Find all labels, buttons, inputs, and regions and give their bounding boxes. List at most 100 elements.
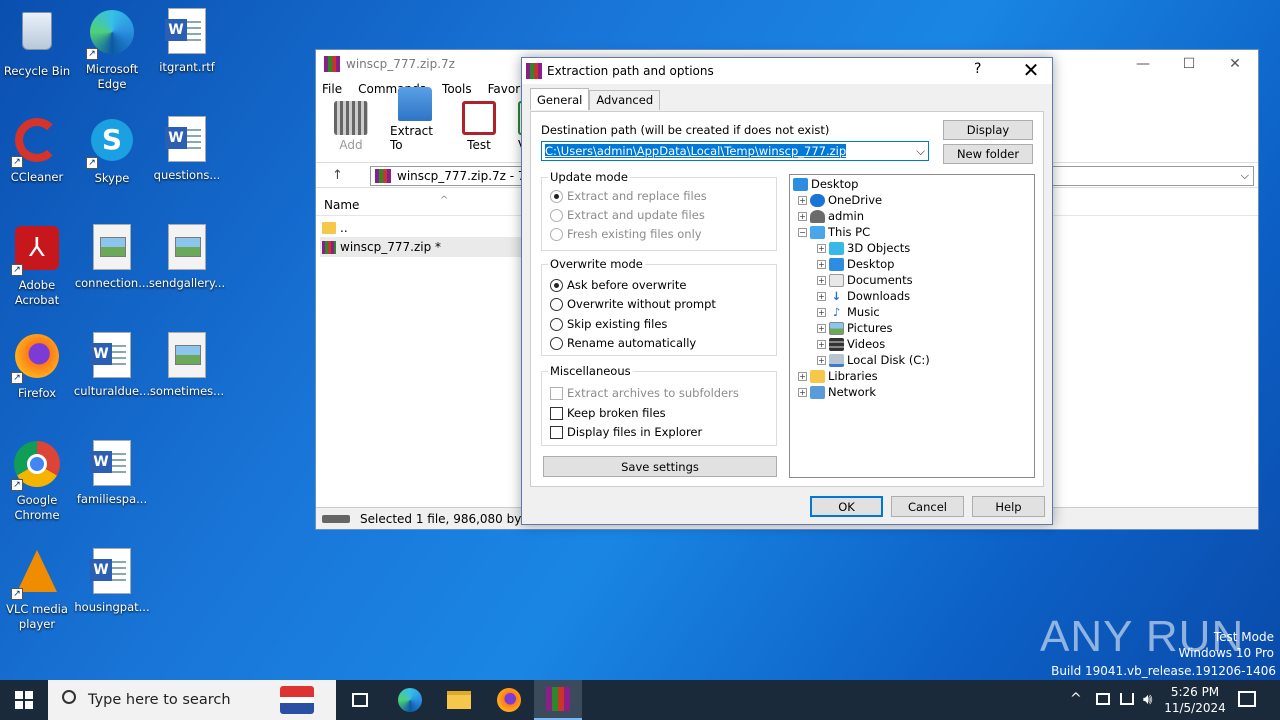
extract-folder-icon: [398, 87, 432, 121]
task-view-button[interactable]: [336, 680, 384, 720]
menu-file[interactable]: File: [322, 82, 342, 96]
image-file-icon: [163, 224, 211, 272]
ethernet-tray-icon[interactable]: [1120, 693, 1134, 705]
clock-time: 5:26 PM: [1170, 685, 1220, 699]
path-dropdown-icon[interactable]: ⌵: [916, 144, 925, 159]
help-question-button[interactable]: ?: [974, 61, 981, 77]
desktop-icon-ccleaner[interactable]: ↗ CCleaner: [0, 116, 77, 185]
desktop-icon-familiespa[interactable]: W familiespa...: [72, 440, 152, 507]
expand-icon[interactable]: +: [817, 259, 826, 269]
search-highlight-icon: [280, 686, 314, 714]
desktop-icon-itgrant[interactable]: W itgrant.rtf: [147, 8, 227, 75]
tab-general[interactable]: General: [530, 88, 590, 110]
network-tray-icon[interactable]: [1096, 693, 1110, 705]
tree-node-network[interactable]: + Network: [798, 384, 876, 400]
destination-path-input[interactable]: C:\Users\admin\AppData\Local\Temp\winscp…: [541, 141, 929, 161]
expand-icon[interactable]: +: [798, 211, 807, 221]
cloud-icon: [810, 193, 825, 207]
new-folder-button[interactable]: New folder: [943, 144, 1033, 164]
collapse-icon[interactable]: −: [798, 227, 807, 237]
tree-node-onedrive[interactable]: + OneDrive: [798, 192, 882, 208]
expand-icon[interactable]: +: [817, 355, 826, 365]
notification-icon[interactable]: [1238, 691, 1256, 707]
tree-node-admin[interactable]: + admin: [798, 208, 864, 224]
expand-icon[interactable]: +: [817, 323, 826, 333]
expand-icon[interactable]: +: [817, 275, 826, 285]
radio-extract-replace[interactable]: Extract and replace files: [550, 189, 707, 203]
desktop-icon-skype[interactable]: S ↗ Skype: [72, 116, 152, 186]
desktop-icon-housingpat[interactable]: W housingpat...: [72, 548, 152, 615]
folder-icon: [447, 691, 471, 709]
desktop-icon-chrome[interactable]: ↗ Google Chrome: [0, 440, 77, 523]
radio-skip-existing[interactable]: Skip existing files: [550, 317, 667, 331]
dialog-titlebar[interactable]: Extraction path and options: [522, 58, 1052, 84]
desktop-icon-culturaldue[interactable]: W culturaldue...: [72, 332, 152, 399]
taskbar-explorer-button[interactable]: [435, 680, 483, 720]
tree-node-3d-objects[interactable]: +3D Objects: [817, 240, 910, 256]
radio-fresh-existing[interactable]: Fresh existing files only: [550, 227, 702, 241]
desktop-icon-recycle-bin[interactable]: Recycle Bin: [0, 8, 77, 79]
tree-node-videos[interactable]: + Videos: [817, 336, 885, 352]
toolbar-extract-to-button[interactable]: Extract To: [390, 87, 440, 152]
ok-button[interactable]: OK: [810, 496, 883, 517]
tab-advanced[interactable]: Advanced: [589, 90, 661, 110]
minimize-button[interactable]: —: [1120, 50, 1166, 78]
folder-icon: [322, 222, 336, 234]
taskbar-search-box[interactable]: Type here to search: [48, 680, 336, 720]
desktop-icon-connection[interactable]: connection...: [72, 224, 152, 291]
help-button[interactable]: Help: [972, 496, 1045, 517]
tree-node-downloads[interactable]: + ↓ Downloads: [817, 288, 910, 304]
expand-icon[interactable]: +: [817, 243, 826, 253]
up-arrow-icon[interactable]: ↑: [332, 168, 343, 183]
toolbar-test-button[interactable]: Test: [454, 101, 504, 152]
status-text: Selected 1 file, 986,080 bytes: [360, 511, 540, 526]
expand-icon[interactable]: +: [817, 339, 826, 349]
vlc-icon: ↗: [11, 550, 61, 600]
show-hidden-icons-chevron[interactable]: ^: [1070, 691, 1082, 707]
address-dropdown-icon[interactable]: ⌵: [1241, 169, 1249, 183]
general-panel: Destination path (will be created if doe…: [530, 111, 1044, 487]
radio-ask-before-overwrite[interactable]: Ask before overwrite: [550, 278, 686, 292]
desktop-icon-vlc[interactable]: ↗ VLC media player: [0, 548, 77, 632]
tree-node-local-disk[interactable]: + Local Disk (C:): [817, 352, 930, 368]
toolbar-add-button[interactable]: Add: [326, 101, 376, 152]
volume-tray-icon[interactable]: 🔊︎: [1143, 690, 1152, 708]
tree-node-this-pc[interactable]: − This PC: [798, 224, 870, 240]
desktop-icon-edge[interactable]: ↗ Microsoft Edge: [72, 8, 152, 92]
radio-extract-update[interactable]: Extract and update files: [550, 208, 705, 222]
radio-overwrite-without-prompt[interactable]: Overwrite without prompt: [550, 297, 716, 311]
maximize-button[interactable]: ☐: [1166, 50, 1212, 78]
taskbar-winrar-button[interactable]: [534, 680, 582, 720]
display-button[interactable]: Display: [943, 120, 1033, 140]
taskbar-firefox-button[interactable]: [485, 680, 533, 720]
expand-icon[interactable]: +: [798, 387, 807, 397]
tree-node-documents[interactable]: + Documents: [817, 272, 913, 288]
desktop-icon-acrobat[interactable]: ⅄ ↗ Adobe Acrobat: [0, 224, 77, 308]
close-button[interactable]: ✕: [1212, 50, 1258, 78]
expand-icon[interactable]: +: [817, 307, 826, 317]
checkbox-extract-subfolders[interactable]: Extract archives to subfolders: [550, 386, 739, 400]
checkbox-keep-broken[interactable]: Keep broken files: [550, 406, 666, 420]
tree-node-pictures[interactable]: + Pictures: [817, 320, 893, 336]
desktop-icon-questions[interactable]: W questions...: [147, 116, 227, 183]
dialog-close-button[interactable]: ✕: [1018, 58, 1044, 84]
folder-tree[interactable]: Desktop + OneDrive + admin − This PC +3D Ob…: [789, 174, 1035, 478]
taskbar-edge-button[interactable]: [386, 680, 434, 720]
radio-rename-automatically[interactable]: Rename automatically: [550, 336, 696, 350]
tree-node-libraries[interactable]: + Libraries: [798, 368, 878, 384]
expand-icon[interactable]: +: [817, 291, 826, 301]
tree-node-desktop-pc[interactable]: + Desktop: [817, 256, 894, 272]
expand-icon[interactable]: +: [798, 195, 807, 205]
desktop-icon-firefox[interactable]: ↗ Firefox: [0, 332, 77, 401]
tree-node-desktop[interactable]: Desktop: [793, 176, 858, 192]
checkbox-display-in-explorer[interactable]: Display files in Explorer: [550, 425, 702, 439]
taskbar-clock[interactable]: 5:26 PM 11/5/2024: [1160, 684, 1230, 716]
tree-node-music[interactable]: + ♪ Music: [817, 304, 880, 320]
cancel-button[interactable]: Cancel: [891, 496, 964, 517]
expand-icon[interactable]: +: [798, 371, 807, 381]
start-button[interactable]: [0, 680, 48, 720]
desktop-icon-sometimes[interactable]: sometimes...: [147, 332, 227, 399]
desktop-icon-sendgallery[interactable]: sendgallery...: [147, 224, 227, 291]
menu-tools[interactable]: Tools: [442, 82, 472, 96]
save-settings-button[interactable]: Save settings: [543, 456, 777, 477]
